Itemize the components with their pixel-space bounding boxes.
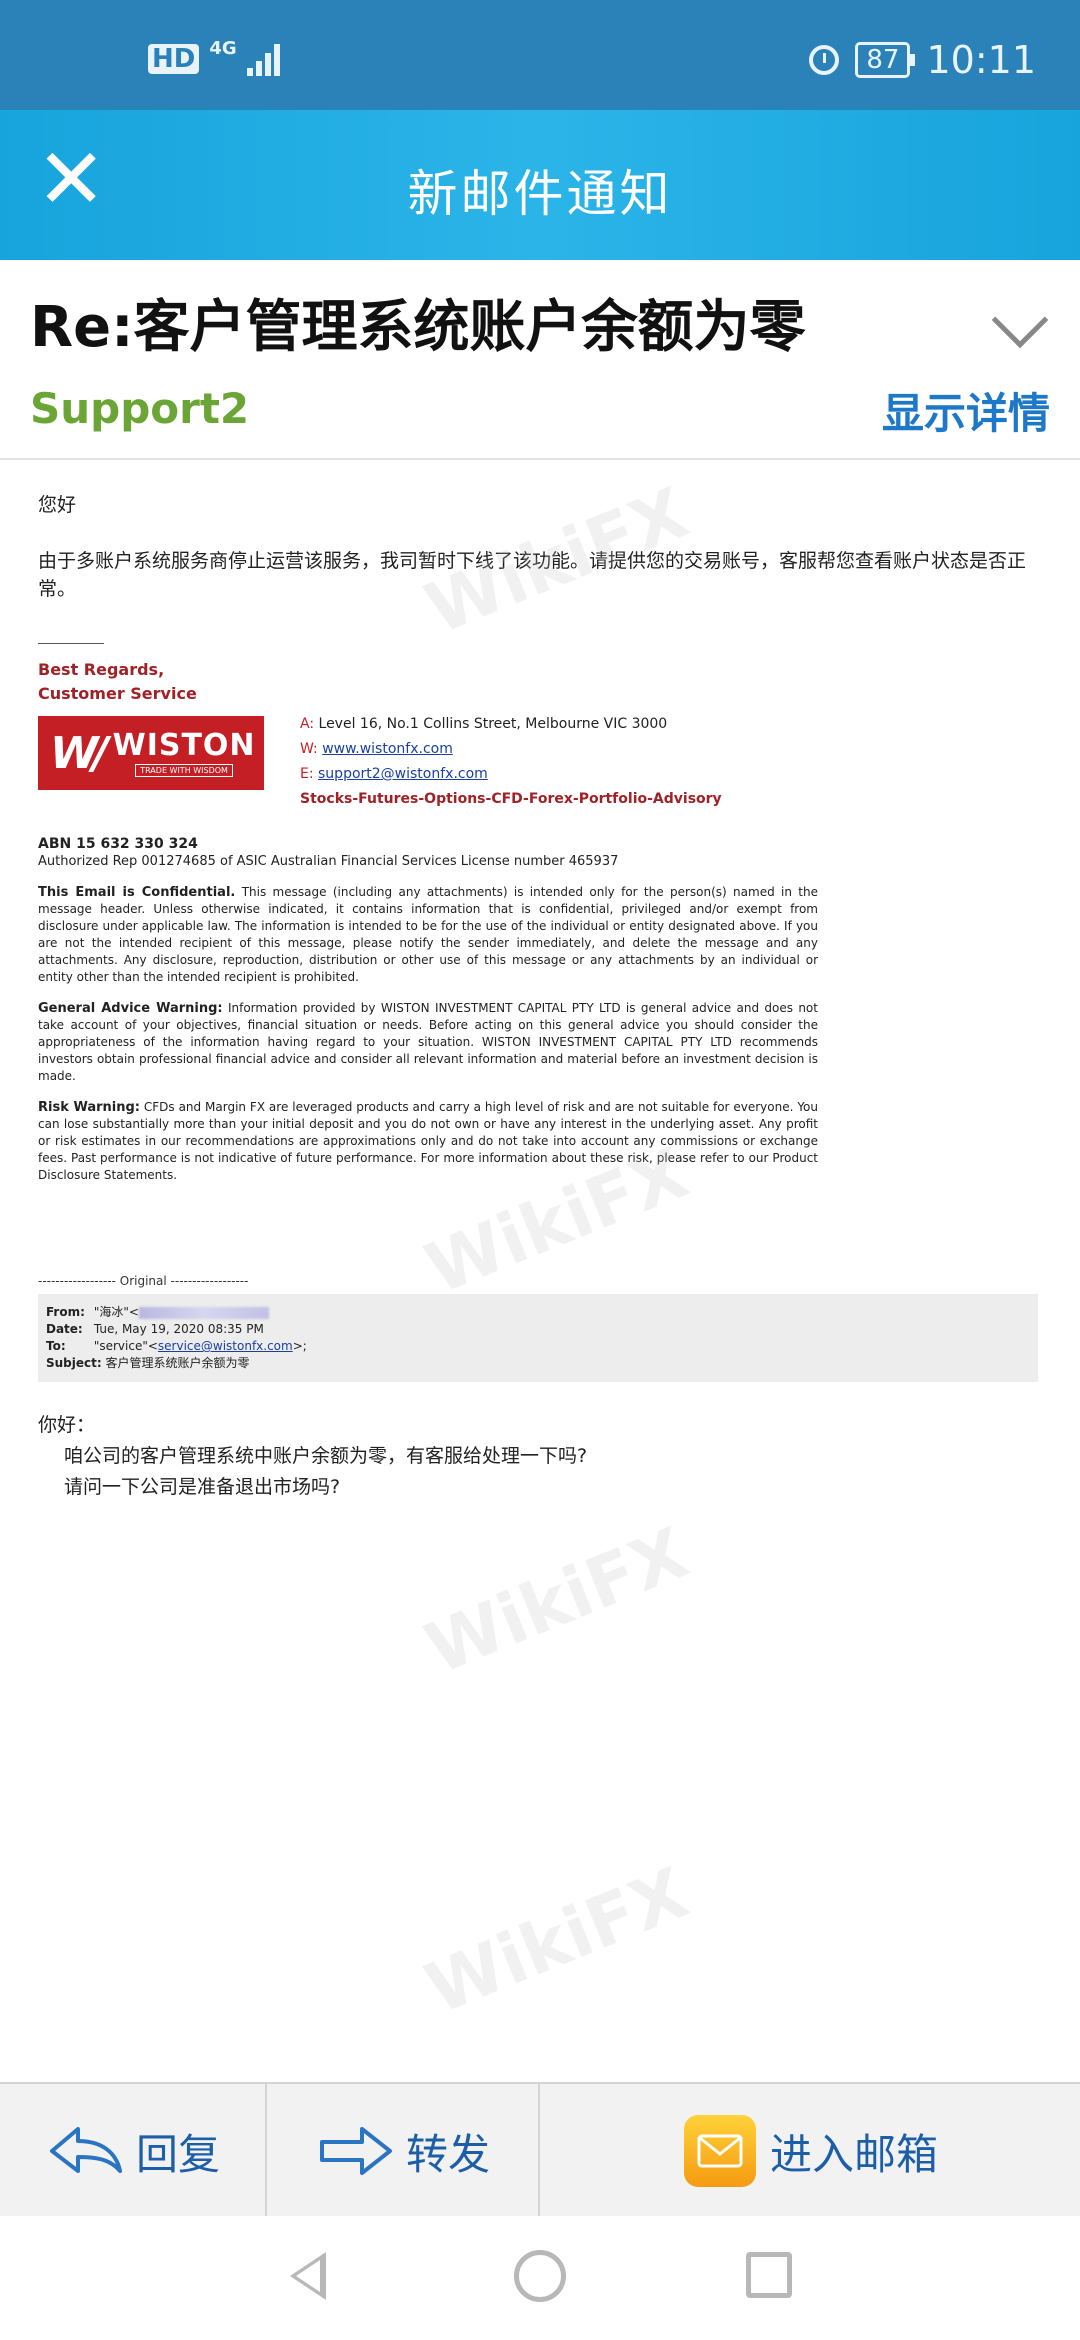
back-icon[interactable]	[290, 2252, 326, 2300]
risk-warning: Risk Warning: CFDs and Margin FX are lev…	[38, 1100, 819, 1182]
network-type: 4G	[209, 38, 237, 59]
email-sender: Support2	[30, 384, 250, 433]
status-right: 87 10:11	[809, 38, 1036, 82]
header-divider	[0, 458, 1080, 460]
page-title: 新邮件通知	[407, 165, 673, 223]
support-email-link[interactable]: support2@wistonfx.com	[318, 766, 488, 782]
clock: 10:11	[926, 38, 1036, 82]
status-left: HD 4G	[148, 38, 280, 76]
abn-number: ABN 15 632 330 324	[38, 836, 198, 852]
signature-block: W/ WISTON TRADE WITH WISDOM A: Level 16,…	[38, 716, 1038, 812]
reply-label: 回复	[136, 2129, 221, 2179]
logo-tagline: TRADE WITH WISDOM	[135, 763, 233, 777]
signature-team: Customer Service	[38, 684, 197, 703]
battery-icon: 87	[855, 42, 916, 78]
address: Level 16, No.1 Collins Street, Melbourne…	[318, 716, 668, 732]
recent-apps-icon[interactable]	[746, 2252, 792, 2298]
original-message: 你好： 咱公司的客户管理系统中账户余额为零，有客服给处理一下吗? 请问一下公司是…	[38, 1414, 588, 1498]
system-nav-bar	[0, 2216, 1080, 2340]
signature-regards: Best Regards,	[38, 660, 165, 679]
watermark: WikiFX	[414, 1851, 699, 2031]
original-meta: From: "海冰"< Date: Tue, May 19, 2020 08:3…	[38, 1294, 1038, 1382]
contact-info: A: Level 16, No.1 Collins Street, Melbou…	[300, 712, 722, 812]
general-advice-warning: General Advice Warning: Information prov…	[38, 1001, 818, 1083]
status-bar: HD 4G 87 10:11	[0, 0, 1080, 110]
title-bar: ✕ 新邮件通知	[0, 110, 1080, 260]
mail-icon	[684, 2115, 756, 2187]
website-link[interactable]: www.wistonfx.com	[322, 741, 453, 757]
reply-arrow-icon	[50, 2127, 122, 2173]
open-mailbox-button[interactable]: 进入邮箱	[684, 2084, 938, 2218]
original-header: ------------------ Original ------------…	[38, 1274, 249, 1288]
confidential-notice: This Email is Confidential. This message…	[38, 885, 819, 984]
forward-arrow-icon	[320, 2127, 392, 2175]
bottom-action-bar: 回复 转发 进入邮箱	[0, 2082, 1080, 2218]
mailbox-label: 进入邮箱	[770, 2129, 939, 2179]
body-message: 由于多账户系统服务商停止运营该服务，我司暂时下线了该功能。请提供您的交易账号，客…	[38, 550, 1027, 600]
body-greeting: 您好	[38, 494, 77, 516]
authorized-rep: Authorized Rep 001274685 of ASIC Austral…	[38, 854, 619, 869]
logo-name: WISTON	[112, 727, 256, 763]
signature-divider	[38, 643, 104, 644]
abn-block: ABN 15 632 330 324 Authorized Rep 001274…	[38, 836, 1038, 870]
show-details-link[interactable]: 显示详情	[882, 380, 1050, 441]
email-subject: Re:客户管理系统账户余额为零	[30, 295, 806, 360]
alarm-icon	[809, 45, 840, 75]
signal-icon	[246, 42, 280, 76]
redacted-address	[138, 1306, 269, 1319]
logo-w-icon: W/	[50, 727, 109, 779]
hd-badge: HD	[148, 44, 200, 74]
forward-label: 转发	[406, 2129, 491, 2179]
wiston-logo: W/ WISTON TRADE WITH WISDOM	[38, 716, 264, 790]
watermark: WikiFX	[414, 1511, 699, 1691]
service-email-link[interactable]: service@wistonfx.com	[158, 1339, 293, 1353]
email-body: 您好 由于多账户系统服务商停止运营该服务，我司暂时下线了该功能。请提供您的交易账…	[38, 490, 1038, 1503]
reply-button[interactable]: 回复	[48, 2084, 220, 2218]
services-line: Stocks-Futures-Options-CFD-Forex-Portfol…	[300, 791, 722, 807]
home-icon[interactable]	[514, 2250, 566, 2302]
chevron-down-icon[interactable]	[991, 291, 1049, 349]
forward-button[interactable]: 转发	[318, 2084, 490, 2218]
